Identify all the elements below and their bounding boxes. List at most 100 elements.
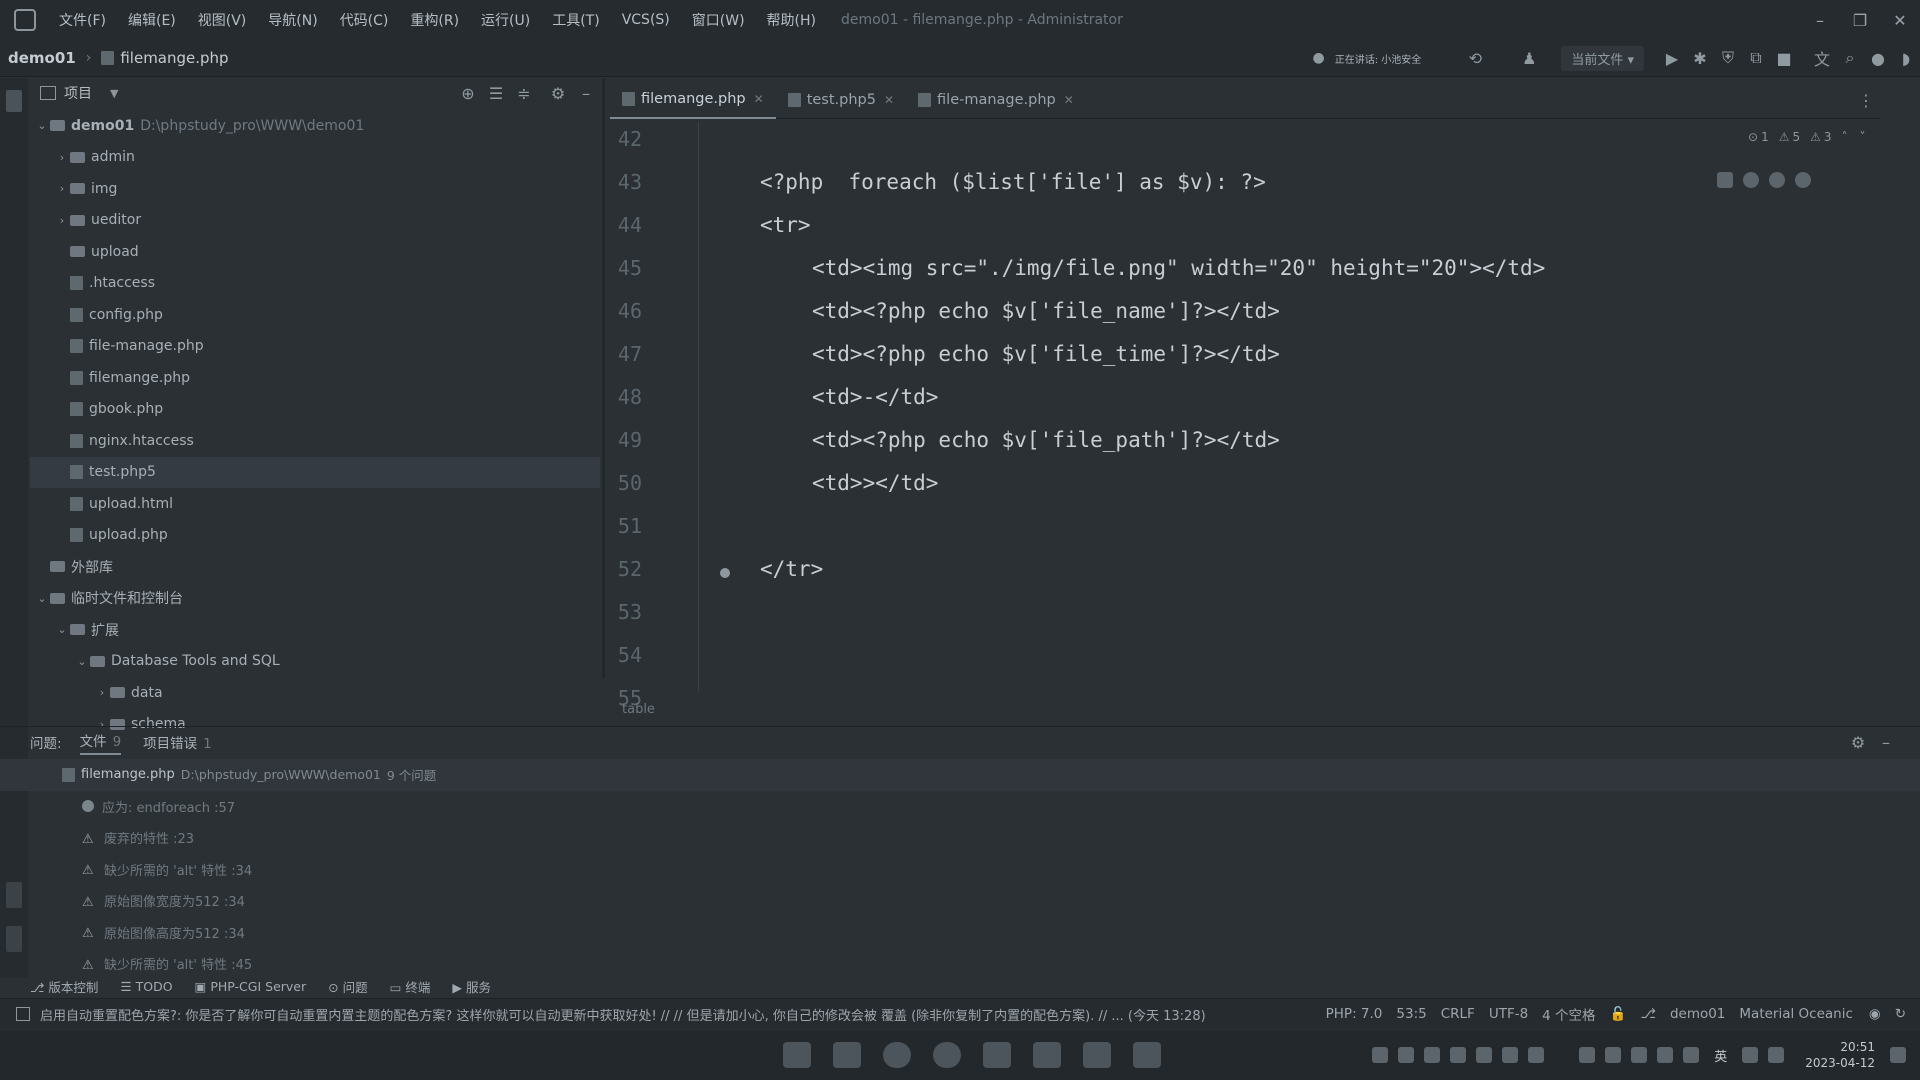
tree-item[interactable]: 外部库 bbox=[30, 551, 600, 583]
phpstorm-app-icon[interactable] bbox=[1033, 1042, 1061, 1068]
menu-item-7[interactable]: 工具(T) bbox=[541, 10, 610, 30]
menu-item-2[interactable]: 视图(V) bbox=[187, 10, 258, 30]
chevron-down-icon[interactable]: ⌄ bbox=[34, 119, 50, 132]
collapse-all-icon[interactable]: ≑ bbox=[510, 84, 538, 103]
network-icon[interactable] bbox=[1742, 1047, 1759, 1063]
chevron-down-icon[interactable]: ▼ bbox=[110, 87, 118, 100]
tool-window-button[interactable]: ⎇ 版本控制 bbox=[30, 977, 98, 996]
menu-item-3[interactable]: 导航(N) bbox=[257, 10, 328, 30]
line-number[interactable]: 52 bbox=[610, 552, 642, 595]
problem-item[interactable]: ⚠ 废弃的特性 :23 bbox=[82, 822, 1920, 854]
tree-item[interactable]: upload.php bbox=[30, 520, 600, 552]
chevron-down-icon[interactable]: ⌄ bbox=[54, 623, 70, 636]
chevron-right-icon[interactable]: › bbox=[54, 214, 70, 227]
lock-icon[interactable]: 🔓 bbox=[1610, 1006, 1627, 1022]
locate-icon[interactable]: ⊕ bbox=[454, 84, 482, 103]
translate-icon[interactable]: 文 bbox=[1808, 46, 1836, 70]
line-number[interactable]: 51 bbox=[610, 509, 642, 552]
expand-all-icon[interactable]: ☰ bbox=[482, 84, 510, 103]
menu-item-5[interactable]: 重构(R) bbox=[399, 10, 470, 30]
breadcrumb-file[interactable]: filemange.php bbox=[120, 49, 228, 67]
tool-window-button[interactable]: ⊙ 问题 bbox=[328, 977, 367, 996]
tool-window-button[interactable]: ☰ TODO bbox=[120, 979, 172, 994]
close-tab-icon[interactable]: ✕ bbox=[1064, 93, 1074, 107]
chat-app-icon[interactable] bbox=[933, 1042, 961, 1068]
file-explorer-icon[interactable] bbox=[833, 1042, 861, 1068]
problem-item[interactable]: ⚠ 原始图像宽度为512 :34 bbox=[82, 885, 1920, 917]
volume-icon[interactable] bbox=[1768, 1047, 1785, 1063]
tree-item[interactable]: ⌄ 扩展 bbox=[30, 614, 600, 646]
code-line[interactable]: <tr> bbox=[760, 208, 1860, 251]
hide-panel-icon[interactable]: – bbox=[572, 84, 600, 103]
line-number[interactable]: 47 bbox=[610, 337, 642, 380]
chevron-left-icon[interactable] bbox=[1605, 1047, 1622, 1063]
line-separator[interactable]: CRLF bbox=[1441, 1006, 1475, 1022]
close-window-button[interactable]: ✕ bbox=[1880, 11, 1920, 30]
editor-tab[interactable]: file-manage.php ✕ bbox=[906, 82, 1086, 118]
menu-item-0[interactable]: 文件(F) bbox=[48, 10, 117, 30]
tree-item[interactable]: › ueditor bbox=[30, 205, 600, 237]
tray-app-icon[interactable] bbox=[1528, 1047, 1545, 1063]
line-number[interactable]: 50 bbox=[610, 466, 642, 509]
project-panel-title[interactable]: 项目 bbox=[64, 83, 92, 103]
project-tool-icon[interactable] bbox=[6, 90, 22, 112]
menu-item-1[interactable]: 编辑(E) bbox=[117, 10, 187, 30]
status-message[interactable]: 启用自动重置配色方案?: 你是否了解你可自动重置内置主题的配色方案? 这样你就可… bbox=[40, 1005, 1206, 1024]
chevron-right-icon[interactable]: › bbox=[94, 686, 110, 699]
memory-indicator-icon[interactable]: ◉ bbox=[1869, 1006, 1881, 1022]
problem-file-row[interactable]: filemange.php D:\phpstudy_pro\WWW\demo01… bbox=[0, 759, 1920, 791]
file-encoding[interactable]: UTF-8 bbox=[1489, 1006, 1528, 1022]
tray-app-icon[interactable] bbox=[1450, 1047, 1467, 1063]
editor-breadcrumb[interactable]: table bbox=[622, 702, 655, 717]
line-number[interactable]: 45 bbox=[610, 251, 642, 294]
tree-item[interactable]: › data bbox=[30, 677, 600, 709]
problem-item[interactable]: ⚠ 缺少所需的 'alt' 特性 :34 bbox=[82, 854, 1920, 886]
code-line[interactable] bbox=[760, 122, 1860, 165]
user-icon[interactable]: ♟ bbox=[1515, 49, 1543, 68]
tab-project-errors[interactable]: 项目错误 1 bbox=[143, 732, 212, 752]
tool-window-button[interactable]: ▣ PHP-CGI Server bbox=[195, 979, 307, 994]
line-number[interactable]: 49 bbox=[610, 423, 642, 466]
menu-item-9[interactable]: 窗口(W) bbox=[681, 10, 756, 30]
panel-divider[interactable] bbox=[602, 78, 605, 678]
code-line[interactable]: <td>-</td> bbox=[760, 380, 1860, 423]
tray-security-icon[interactable] bbox=[1398, 1047, 1415, 1063]
microphone-icon[interactable] bbox=[1683, 1047, 1700, 1063]
problem-item[interactable]: 应为: endforeach :57 bbox=[82, 791, 1920, 823]
close-tab-icon[interactable]: ✕ bbox=[884, 93, 894, 107]
tree-item[interactable]: nginx.htaccess bbox=[30, 425, 600, 457]
line-number[interactable]: 54 bbox=[610, 638, 642, 681]
tray-app-icon[interactable] bbox=[1424, 1047, 1441, 1063]
profile-icon[interactable]: ⧉ bbox=[1742, 48, 1770, 68]
sync-icon[interactable]: ↻ bbox=[1895, 1006, 1906, 1022]
menu-item-4[interactable]: 代码(C) bbox=[329, 10, 400, 30]
chevron-right-icon[interactable]: › bbox=[54, 151, 70, 164]
stop-icon[interactable]: ■ bbox=[1770, 49, 1798, 68]
line-number[interactable]: 44 bbox=[610, 208, 642, 251]
run-icon[interactable]: ▶ bbox=[1658, 49, 1686, 68]
editor-tab[interactable]: test.php5 ✕ bbox=[776, 82, 906, 118]
code-line[interactable]: <td><?php echo $v['file_name']?></td> bbox=[760, 294, 1860, 337]
breadcrumb-project[interactable]: demo01 bbox=[8, 49, 76, 67]
run-config-select[interactable]: 当前文件 ▾ bbox=[1561, 45, 1644, 71]
problem-item[interactable]: ⚠ 原始图像高度为512 :34 bbox=[82, 917, 1920, 949]
close-tab-icon[interactable]: ✕ bbox=[754, 92, 764, 106]
code-line[interactable] bbox=[760, 638, 1860, 681]
edge-browser-icon[interactable] bbox=[883, 1042, 911, 1068]
avatar-icon[interactable]: ● bbox=[1864, 49, 1892, 68]
theme-name[interactable]: Material Oceanic bbox=[1739, 1006, 1853, 1022]
tool-window-button[interactable]: ▭ 终端 bbox=[390, 977, 431, 996]
tree-item[interactable]: › img bbox=[30, 173, 600, 205]
line-number[interactable]: 43 bbox=[610, 165, 642, 208]
search-icon[interactable]: ⌕ bbox=[1836, 48, 1864, 68]
editor-tab[interactable]: filemange.php ✕ bbox=[610, 81, 776, 119]
php-version[interactable]: PHP: 7.0 bbox=[1326, 1006, 1383, 1022]
more-options-icon[interactable]: ⋮ bbox=[1852, 91, 1880, 110]
tree-item[interactable]: .htaccess bbox=[30, 268, 600, 300]
code-line[interactable] bbox=[760, 681, 1860, 724]
tree-item[interactable]: config.php bbox=[30, 299, 600, 331]
line-number[interactable]: 42 bbox=[610, 122, 642, 165]
code-line[interactable]: <?php foreach ($list['file'] as $v): ?> bbox=[760, 165, 1860, 208]
menu-item-10[interactable]: 帮助(H) bbox=[756, 10, 827, 30]
tree-item[interactable]: upload bbox=[30, 236, 600, 268]
